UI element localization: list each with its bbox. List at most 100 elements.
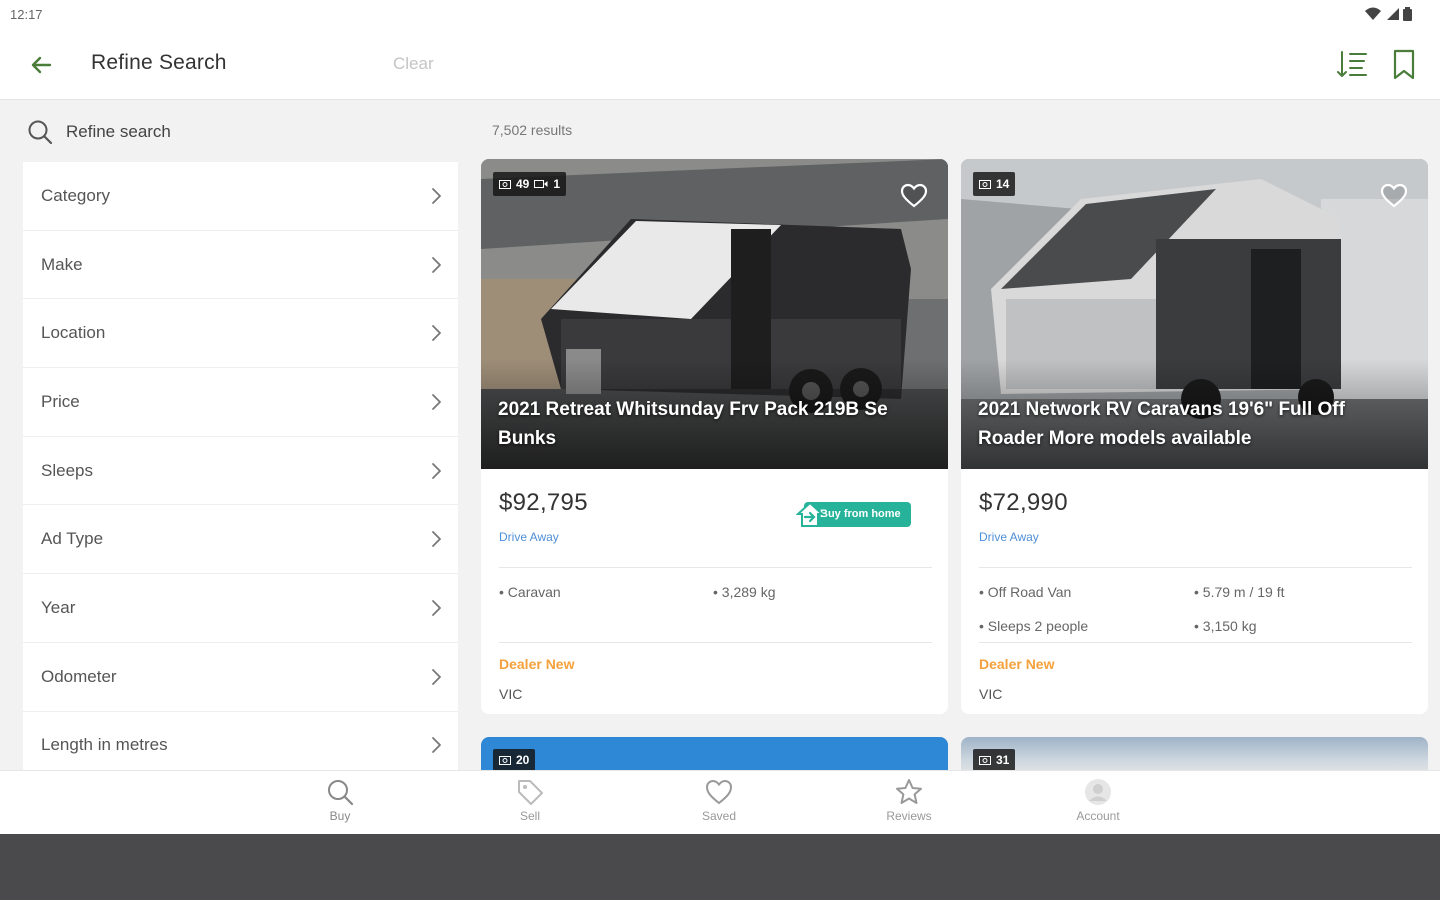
bookmark-icon[interactable] [1390,48,1418,82]
chevron-right-icon [432,187,441,204]
photo-count: 14 [996,177,1010,191]
chevron-right-icon [432,600,441,616]
listing-title: 2021 Retreat Whitsunday Frv Pack 219B Se… [498,399,888,449]
photo-count: 31 [996,753,1010,767]
chevron-right-icon [432,668,441,685]
signal-icon [1387,8,1399,20]
nav-label: Saved [701,809,737,823]
nav-label: Account [1076,809,1120,823]
spec-item: • 3,289 kg [713,584,776,600]
listing-price: $72,990 [979,489,1068,516]
camera-icon [979,180,991,189]
filter-location[interactable]: Location [23,299,458,369]
listing-photo[interactable]: 14 2021 Network RV Caravans 19'6" Full O… [961,159,1428,469]
filter-category[interactable]: Category [23,162,458,231]
filter-price[interactable]: Price [23,368,458,437]
filter-sleeps[interactable]: Sleeps [23,437,458,506]
nav-sell[interactable]: Sell [485,777,575,823]
video-count: 1 [553,177,561,191]
search-icon [328,780,354,806]
price-note: Drive Away [979,530,1039,544]
filter-label: Ad Type [41,529,104,549]
nav-reviews[interactable]: Reviews [864,777,954,823]
bottom-navigation: Buy Sell Saved Reviews Account [0,770,1440,834]
media-count-badge: 31 [973,749,1016,771]
wifi-icon [1365,7,1381,20]
page-title: Refine Search [91,51,227,74]
heart-icon [705,779,733,805]
clear-button[interactable]: Clear [393,54,434,74]
spec-item: • Off Road Van [979,584,1072,600]
filter-label: Length in metres [41,735,168,755]
tag-icon [518,780,543,805]
filter-label: Odometer [41,666,117,686]
status-bar: 12:17 [0,0,1440,30]
system-navigation-bar [0,834,1440,900]
filter-label: Price [41,391,80,411]
listing-price: $92,795 [499,489,588,516]
buy-from-home-badge: Buy from home [796,501,924,528]
seller-type: Dealer New [499,656,575,672]
media-count-badge: 14 [973,172,1016,196]
camera-icon [979,756,991,765]
nav-label: Reviews [886,809,932,823]
divider [499,642,932,643]
favourite-heart-icon[interactable] [900,183,928,209]
filter-label: Location [41,323,106,343]
photo-count: 49 [516,177,530,191]
filter-make[interactable]: Make [23,231,458,300]
app-bar: Refine Search Clear [0,30,1440,100]
results-panel: 7,502 results 49 1 2021 Retreat Whitsund… [480,100,1440,777]
spec-item: • 3,150 kg [1194,618,1257,634]
refine-search-label: Refine search [66,122,171,141]
photo-count: 20 [516,753,530,767]
search-icon [28,120,53,145]
app-screen: 12:17 Refine Search Clear Refine search … [0,0,1440,834]
seller-type: Dealer New [979,656,1055,672]
status-time: 12:17 [10,7,43,22]
filter-label: Make [41,254,83,274]
filter-label: Category [41,185,110,205]
camera-icon [499,180,511,189]
camera-icon [499,756,511,765]
listing-photo[interactable]: 49 1 2021 Retreat Whitsunday Frv Pack 21… [481,159,948,469]
listing-state: VIC [979,686,1003,702]
refine-search-field[interactable]: Refine search [26,118,171,146]
nav-buy[interactable]: Buy [295,777,385,823]
chevron-right-icon [432,325,441,342]
chevron-right-icon [432,394,441,410]
home-arrow-icon [796,501,824,527]
nav-label: Buy [329,809,351,823]
nav-label: Sell [519,809,540,823]
filter-sidebar: Refine search Category Make Location Pri… [0,100,480,781]
divider [979,567,1412,568]
filter-list: Category Make Location Price Sleeps Ad T… [23,162,458,781]
nav-account[interactable]: Account [1053,777,1143,823]
favourite-heart-icon[interactable] [1380,183,1408,209]
battery-icon [1403,7,1412,21]
price-note: Drive Away [499,530,559,544]
spec-item: • Sleeps 2 people [979,618,1089,634]
account-icon [1085,779,1111,805]
filter-odometer[interactable]: Odometer [23,643,458,712]
results-count: 7,502 results [492,122,573,138]
video-icon [534,180,548,188]
sort-icon[interactable] [1334,48,1368,82]
listing-card[interactable]: 14 2021 Network RV Caravans 19'6" Full O… [961,159,1428,714]
media-count-badge: 49 1 [493,172,567,196]
spec-item: • 5.79 m / 19 ft [1194,584,1285,600]
media-count-badge: 20 [493,749,536,771]
chevron-right-icon [432,462,441,479]
filter-ad-type[interactable]: Ad Type [23,505,458,575]
filter-label: Sleeps [41,460,93,480]
listing-card[interactable]: 49 1 2021 Retreat Whitsunday Frv Pack 21… [481,159,948,714]
divider [499,567,932,568]
nav-saved[interactable]: Saved [674,777,764,823]
filter-year[interactable]: Year [23,574,458,643]
chevron-right-icon [432,256,441,273]
chevron-right-icon [432,737,441,754]
listing-state: VIC [499,686,523,702]
star-icon [896,779,922,804]
listing-title: 2021 Network RV Caravans 19'6" Full Off … [978,399,1345,449]
back-arrow-icon[interactable] [26,50,56,80]
